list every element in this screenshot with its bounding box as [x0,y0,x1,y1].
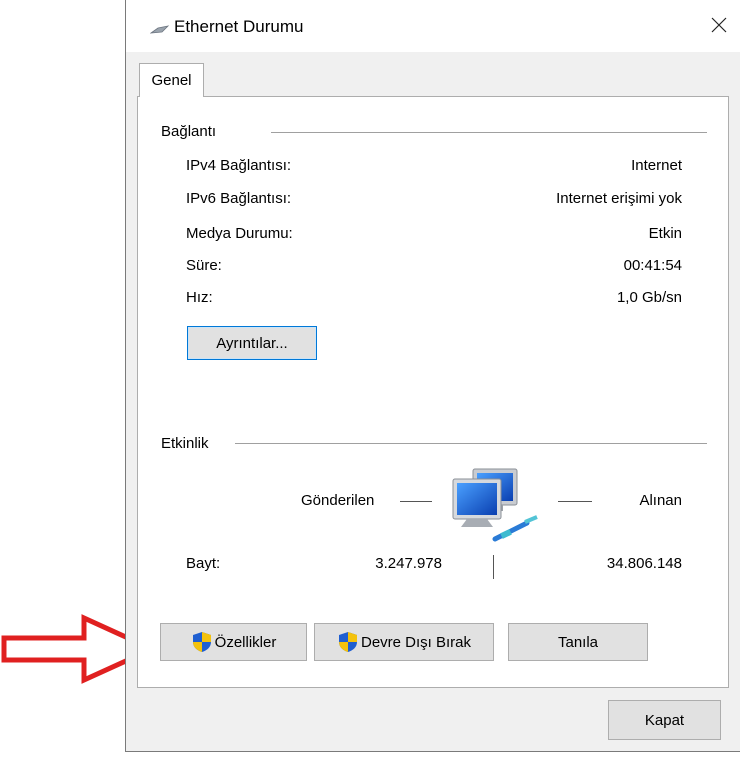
ipv6-label: IPv6 Bağlantısı: [186,190,292,207]
network-computers-icon [452,468,538,542]
media-state-value: Etkin [648,225,682,242]
ipv6-value: Internet erişimi yok [556,190,682,207]
duration-value: 00:41:54 [623,257,682,274]
speed-value: 1,0 Gb/sn [616,289,682,306]
close-window-button[interactable] [704,10,734,40]
received-dash [558,501,592,502]
properties-button-label: Özellikler [214,633,277,651]
diagnose-button[interactable]: Tanıla [508,623,648,661]
bytes-sent-value: 3.247.978 [375,555,442,572]
bytes-label: Bayt: [186,555,221,572]
status-window: Ethernet Durumu Genel Bağlantı IPv4 Bağl… [125,0,740,752]
bytes-received-value: 34.806.148 [606,555,682,572]
disable-button-label: Devre Dışı Bırak [360,633,472,651]
uac-shield-icon [192,632,211,652]
title-bar: Ethernet Durumu [126,0,740,52]
activity-group-label: Etkinlik [161,435,217,452]
activity-group-divider [235,443,707,444]
activity-divider [493,555,494,579]
ipv4-label: IPv4 Bağlantısı: [186,157,292,174]
media-state-label: Medya Durumu: [186,225,293,242]
speed-label: Hız: [186,289,213,306]
sent-label: Gönderilen [301,492,375,509]
connection-group-label: Bağlantı [161,123,225,140]
window-title: Ethernet Durumu [174,17,304,36]
received-label: Alınan [639,492,682,509]
duration-label: Süre: [186,257,222,274]
sent-dash [400,501,432,502]
connection-group-divider [271,132,707,133]
tab-general[interactable]: Genel [139,63,204,97]
close-button[interactable]: Kapat [608,700,721,740]
close-icon [711,17,727,33]
uac-shield-icon [338,632,357,652]
general-panel: Bağlantı IPv4 Bağlantısı: Internet IPv6 … [137,96,729,688]
ipv4-value: Internet [631,157,682,174]
disable-button[interactable]: Devre Dışı Bırak [314,623,494,661]
details-button[interactable]: Ayrıntılar... [187,326,317,360]
ethernet-cable-icon [150,25,170,34]
properties-button[interactable]: Özellikler [160,623,307,661]
